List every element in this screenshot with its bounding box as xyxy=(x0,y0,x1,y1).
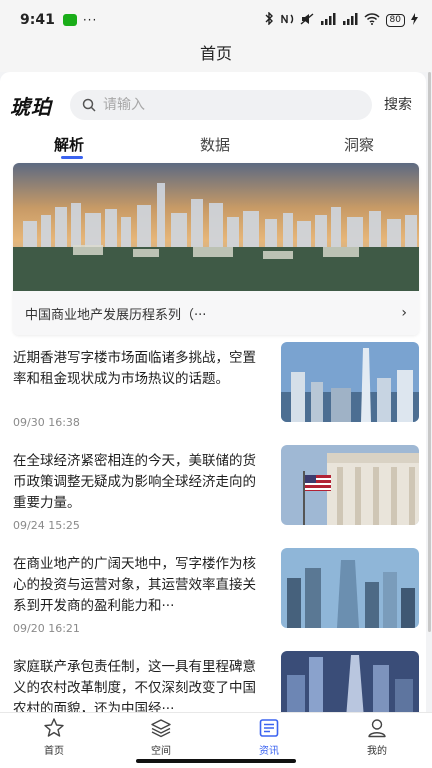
bottom-tab-news[interactable]: 资讯 xyxy=(239,717,299,757)
news-item[interactable]: 在商业地产的广阔天地中，写字楼作为核心的投资与运营对象，其运营效率直接关系到开发… xyxy=(13,548,419,644)
bottom-tab-label: 资讯 xyxy=(259,746,279,757)
banner-caption: 中国商业地产发展历程系列（··· › xyxy=(13,291,419,335)
bottom-tab-label: 首页 xyxy=(44,746,64,757)
more-dots: ··· xyxy=(82,13,98,27)
nfc-icon xyxy=(280,13,294,28)
search-icon xyxy=(82,98,96,112)
bottom-tab-profile[interactable]: 我的 xyxy=(347,717,407,757)
news-title: 在全球经济紧密相连的今天，美联储的货币政策调整无疑成为影响全球经济走向的重要力量… xyxy=(13,453,256,511)
page-title: 首页 xyxy=(199,44,232,63)
home-indicator xyxy=(136,759,296,763)
mute-icon xyxy=(300,12,314,28)
star-icon xyxy=(44,718,64,737)
search-box[interactable] xyxy=(70,90,372,120)
news-thumbnail xyxy=(281,651,419,712)
banner-image xyxy=(13,163,419,291)
bottom-tab-home[interactable]: 首页 xyxy=(24,717,84,757)
category-tabs: 解析 数据 洞察 xyxy=(0,132,426,164)
layers-icon xyxy=(151,719,171,738)
news-time: 09/24 15:25 xyxy=(13,519,80,532)
wifi-icon xyxy=(364,12,380,28)
news-item[interactable]: 家庭联产承包责任制，这一具有里程碑意义的农村改革制度，不仅深刻改变了中国农村的面… xyxy=(13,651,419,712)
news-thumbnail xyxy=(281,445,419,525)
app-logo: 琥珀 xyxy=(10,95,52,119)
status-bar: 9:41 ··· 80 xyxy=(0,0,432,40)
wechat-icon xyxy=(62,14,77,26)
signal-icon-1 xyxy=(320,12,336,28)
news-item[interactable]: 在全球经济紧密相连的今天，美联储的货币政策调整无疑成为影响全球经济走向的重要力量… xyxy=(13,445,419,541)
bluetooth-icon xyxy=(264,11,274,28)
bottom-tab-label: 我的 xyxy=(367,746,387,757)
battery-icon: 80 xyxy=(385,13,405,27)
bottom-tab-label: 空间 xyxy=(151,746,171,757)
search-button[interactable]: 搜索 xyxy=(384,94,412,114)
news-thumbnail xyxy=(281,342,419,422)
news-title: 在商业地产的广阔天地中，写字楼作为核心的投资与运营对象，其运营效率直接关系到开发… xyxy=(13,556,256,614)
news-icon xyxy=(259,719,279,737)
news-time: 09/30 16:38 xyxy=(13,416,80,429)
main-panel: 琥珀 搜索 解析 数据 洞察 xyxy=(0,72,426,712)
news-time: 09/20 16:21 xyxy=(13,622,80,635)
tab-active-indicator xyxy=(61,156,83,159)
scrollbar[interactable] xyxy=(428,72,431,632)
search-input[interactable] xyxy=(103,97,333,113)
chevron-right-icon: › xyxy=(401,305,407,321)
status-icons: 80 xyxy=(264,11,418,28)
banner-card[interactable]: 中国商业地产发展历程系列（··· › xyxy=(13,163,419,335)
charging-icon xyxy=(411,12,418,28)
signal-icon-2 xyxy=(342,12,358,28)
bottom-tab-space[interactable]: 空间 xyxy=(131,717,191,757)
status-time: 9:41 xyxy=(20,12,55,28)
user-icon xyxy=(368,719,386,738)
tab-insight[interactable]: 洞察 xyxy=(344,134,374,155)
news-title: 近期香港写字楼市场面临诸多挑战，空置率和租金现状成为市场热议的话题。 xyxy=(13,350,256,387)
news-title: 家庭联产承包责任制，这一具有里程碑意义的农村改革制度，不仅深刻改变了中国农村的面… xyxy=(13,659,256,712)
search-row: 琥珀 搜索 xyxy=(0,88,426,122)
news-thumbnail xyxy=(281,548,419,628)
banner-caption-text: 中国商业地产发展历程系列（··· xyxy=(25,307,207,323)
tab-data[interactable]: 数据 xyxy=(200,134,230,155)
nav-bar: 首页 xyxy=(0,40,432,72)
news-item[interactable]: 近期香港写字楼市场面临诸多挑战，空置率和租金现状成为市场热议的话题。 09/30… xyxy=(13,342,419,438)
tab-analysis[interactable]: 解析 xyxy=(54,134,84,155)
